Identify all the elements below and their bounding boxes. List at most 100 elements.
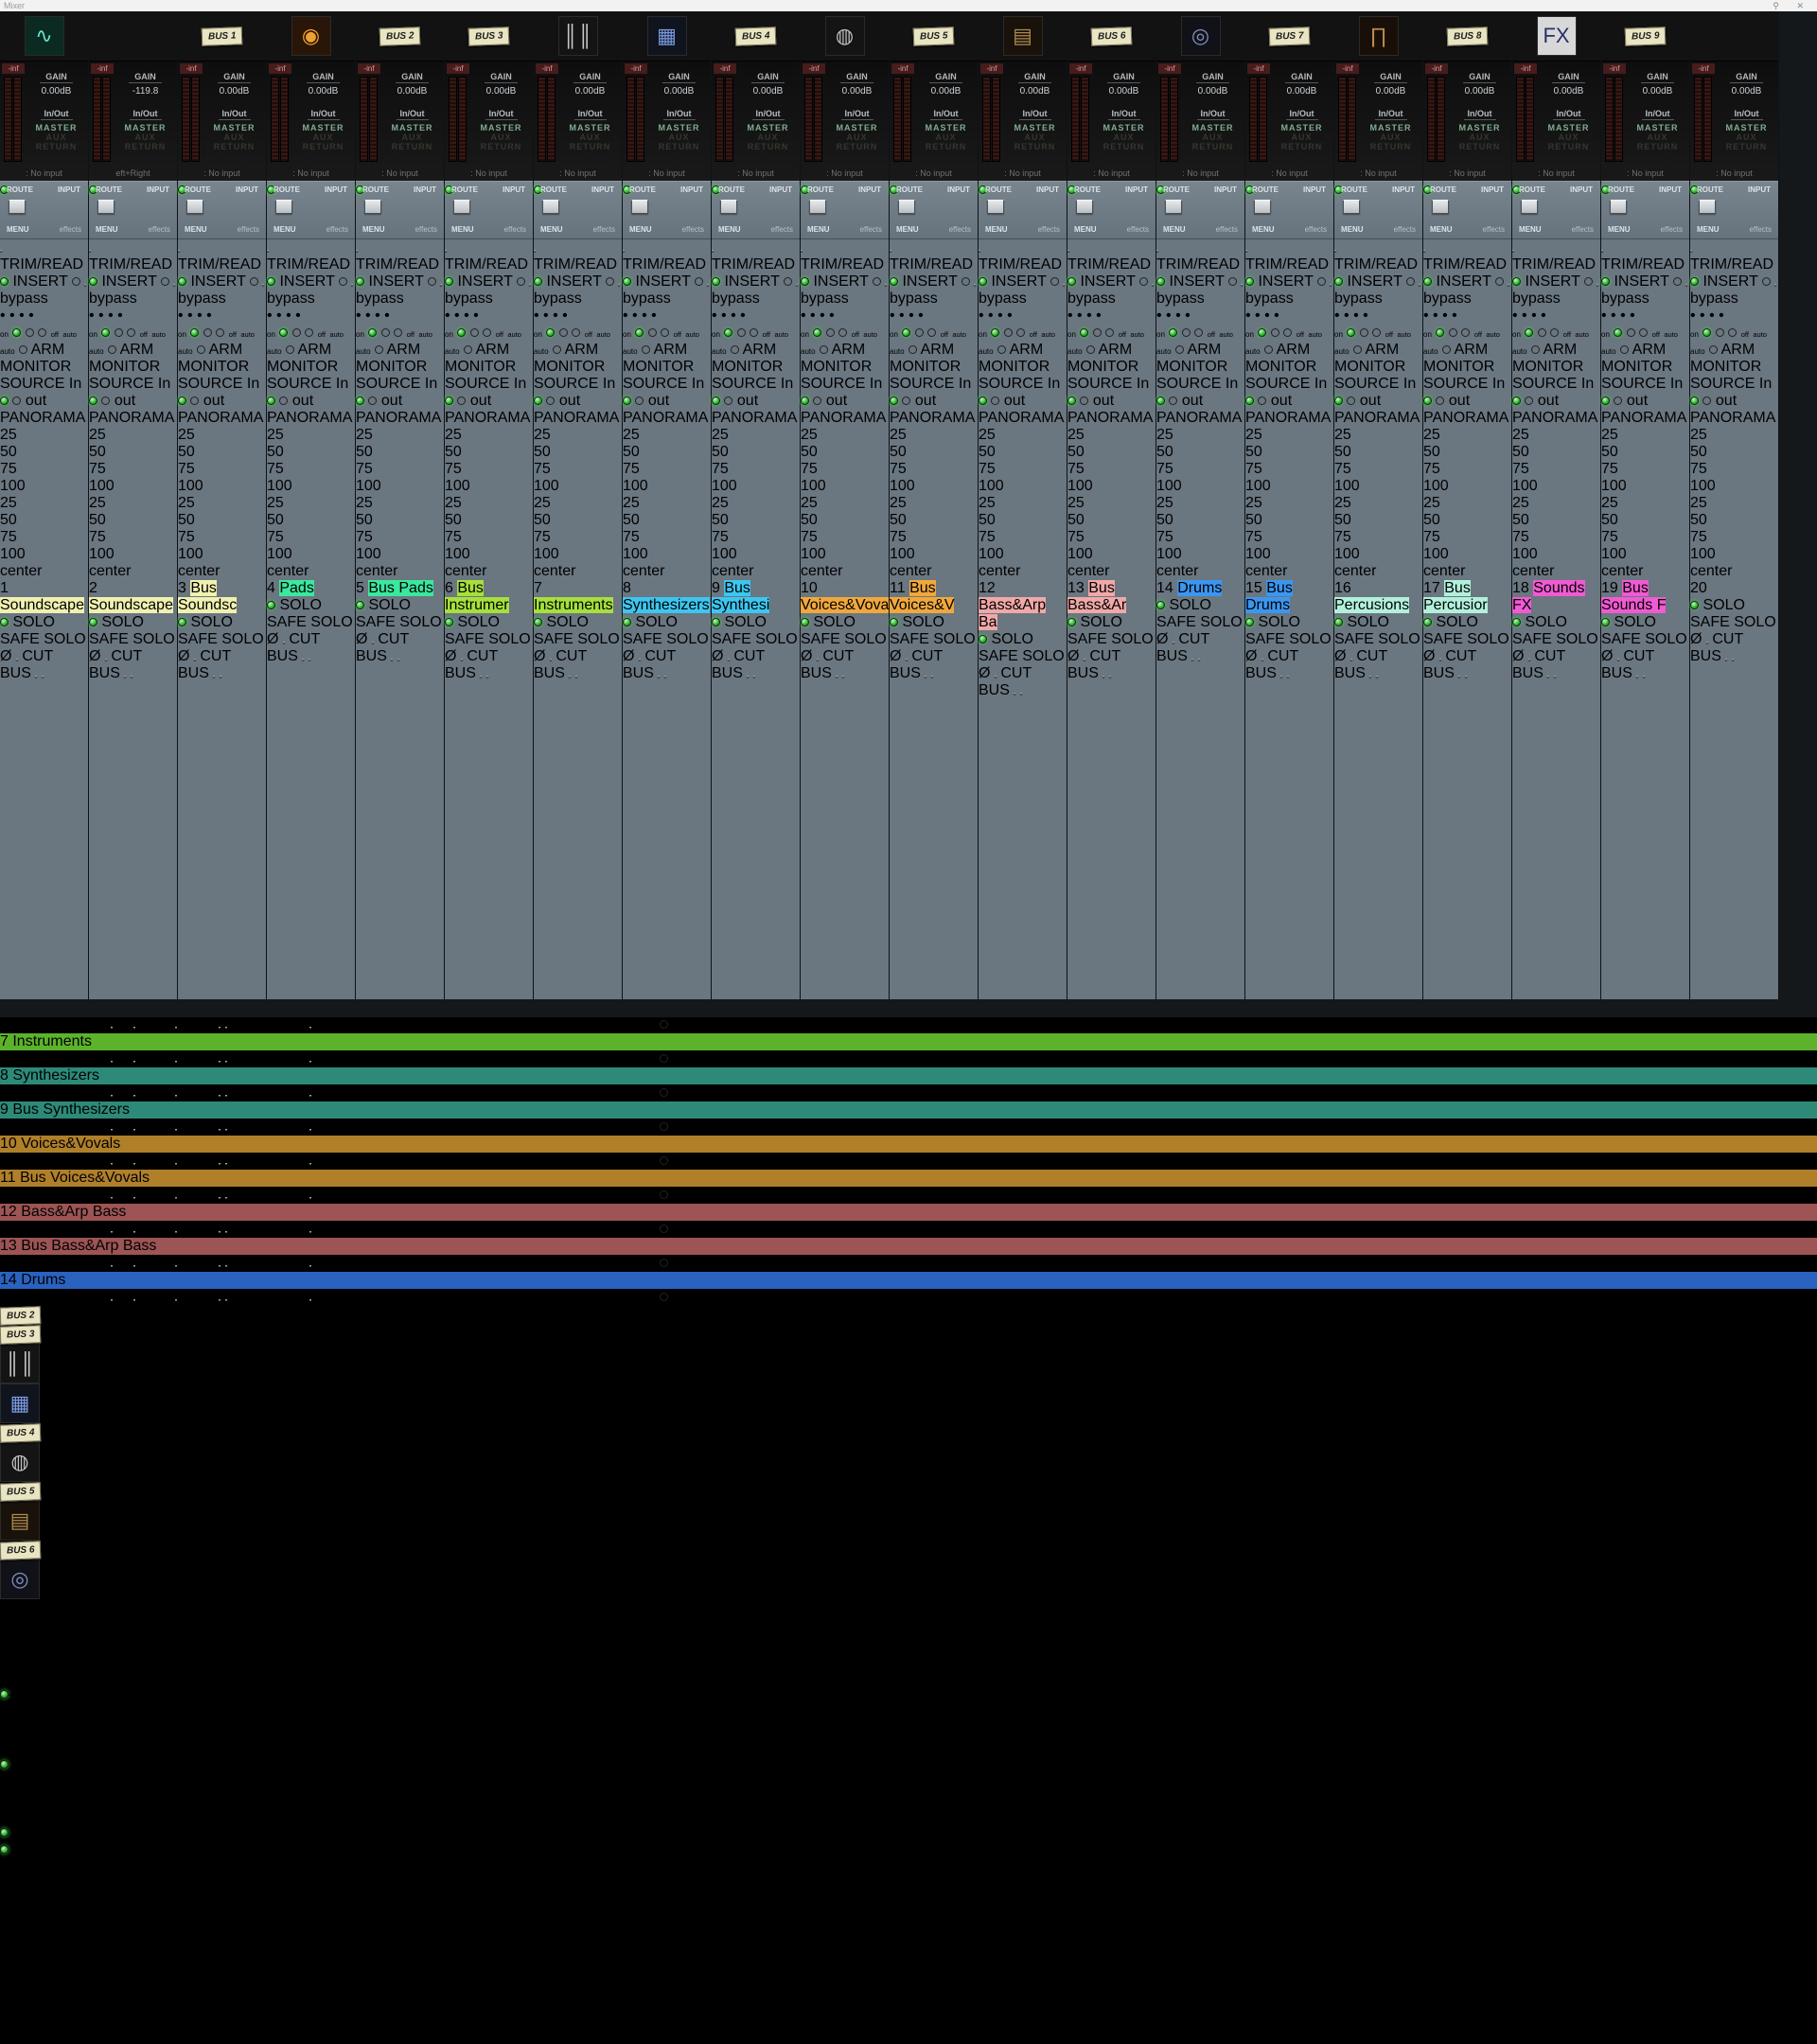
bus-button-2[interactable]	[1554, 676, 1556, 678]
track-panel[interactable]: 10 Voices&Vovals 0.00dB A center Ø ENV M…	[0, 1136, 1817, 1170]
peak-readout[interactable]: -inf	[1425, 63, 1448, 74]
envelope-button[interactable]	[133, 1095, 135, 1097]
monitor-on-led[interactable]	[457, 328, 466, 337]
peak-readout[interactable]: -inf	[625, 63, 647, 74]
arm-auto-led[interactable]	[642, 345, 650, 354]
pan-value[interactable]: center	[1601, 563, 1689, 580]
monitor-off-led[interactable]	[470, 328, 479, 337]
arm-auto-led[interactable]	[820, 345, 828, 354]
mute-arm-button[interactable]	[175, 1299, 177, 1301]
pan-value[interactable]: center	[1067, 563, 1155, 580]
solo-button[interactable]: SOLO	[1111, 631, 1153, 647]
arm-button[interactable]: A	[51, 1016, 61, 1032]
bus-button-2[interactable]	[1643, 676, 1645, 678]
monitor-auto-led[interactable]	[572, 328, 580, 337]
trim-read-display[interactable]: TRIM/READ	[178, 256, 261, 273]
fx-monitoring-pill[interactable]: FX monitoring, record disabled: No input…	[364, 1153, 659, 1169]
track-name[interactable]: Percusions	[1334, 597, 1409, 613]
fx-slot-list[interactable]: • • • •	[445, 308, 533, 325]
insert-button-2[interactable]	[225, 1027, 227, 1029]
input-assignment[interactable]: : No input	[1423, 168, 1511, 178]
route-button[interactable]	[1076, 200, 1093, 214]
track-label-row[interactable]: 2 Soundscape	[89, 580, 177, 614]
trim-button[interactable]	[712, 250, 714, 252]
input-assignment[interactable]: : No input	[356, 168, 444, 178]
track-icon[interactable]: ▦	[623, 11, 711, 62]
track-icon[interactable]: BUS 3	[445, 11, 533, 62]
pan-value[interactable]: center	[979, 563, 1067, 580]
fx-slot-list[interactable]: • • • •	[1334, 308, 1422, 325]
phase-button[interactable]	[1261, 659, 1263, 661]
peak-readout[interactable]: -inf	[447, 63, 469, 74]
track-name[interactable]: Bus Synthesizers	[12, 1101, 130, 1118]
phase-button[interactable]	[639, 659, 641, 661]
output-master-label[interactable]: MASTER	[204, 123, 264, 132]
bus-button-2[interactable]	[397, 659, 399, 661]
trim-read-pill[interactable]: TRIM/READ	[708, 1153, 791, 1169]
pan-value[interactable]: center	[1423, 563, 1511, 580]
mute-arm-button[interactable]	[175, 1163, 177, 1165]
track-icon[interactable]: ∏	[1334, 11, 1422, 62]
fx-slot-list[interactable]: • • • •	[712, 308, 800, 325]
trim-button[interactable]	[1245, 250, 1247, 252]
peak-readout[interactable]: -inf	[1336, 63, 1359, 74]
solo-safe-led[interactable]	[89, 618, 97, 626]
route-button[interactable]	[1254, 200, 1271, 214]
gain-value[interactable]: 0.00dB	[1450, 86, 1509, 97]
track-name[interactable]: Instruments	[12, 1033, 92, 1049]
track-volume-value[interactable]: 0.00dB	[0, 1119, 48, 1135]
track-name[interactable]: Bass&Arp Ba	[979, 597, 1046, 630]
arm-auto-led[interactable]	[908, 345, 917, 354]
fx-slot-list[interactable]: • • • •	[1156, 308, 1244, 325]
track-panel[interactable]: 14 Drums 0.00dB A center Ø ENV MAR • • I…	[0, 1272, 1817, 1306]
output-master-label[interactable]: MASTER	[916, 123, 976, 132]
solo-safe-led[interactable]	[979, 635, 987, 643]
mute-arm-button[interactable]	[175, 1265, 177, 1267]
monitor-off-led[interactable]	[292, 328, 301, 337]
solo-safe-led[interactable]	[1156, 601, 1165, 609]
bypass-button[interactable]	[529, 284, 531, 286]
output-master-label[interactable]: MASTER	[115, 123, 175, 132]
fx-slot-list[interactable]: • • • •	[1067, 308, 1155, 325]
insert-button-2[interactable]	[225, 1163, 227, 1165]
effects-label[interactable]: effects	[949, 225, 971, 234]
monitor-auto-led[interactable]	[1283, 328, 1292, 337]
track-icon-cell[interactable]: ▤	[0, 1501, 1817, 1541]
source-in-led[interactable]	[445, 396, 453, 405]
trim-button[interactable]	[267, 250, 269, 252]
solo-button[interactable]: SOLO	[221, 631, 263, 647]
peak-readout[interactable]: -inf	[803, 63, 825, 74]
bypass-button[interactable]	[707, 284, 709, 286]
solo-button[interactable]: S	[350, 1289, 361, 1305]
mute-arm-button[interactable]	[175, 1129, 177, 1131]
source-out-led[interactable]	[190, 396, 199, 405]
insert-button-1[interactable]	[219, 1231, 221, 1233]
insert-button-2[interactable]	[225, 1231, 227, 1233]
monitor-on-led[interactable]	[190, 328, 199, 337]
bus-button-2[interactable]	[664, 676, 666, 678]
monitor-off-led[interactable]	[1538, 328, 1546, 337]
arm-button[interactable]: A	[51, 1289, 61, 1305]
output-master-label[interactable]: MASTER	[738, 123, 798, 132]
out-led[interactable]	[660, 1122, 668, 1131]
track-name[interactable]: Voices&Vovals	[21, 1136, 120, 1152]
record-arm-button[interactable]: ARM	[1366, 342, 1400, 358]
pan-value[interactable]: center	[65, 1050, 107, 1066]
output-master-label[interactable]: MASTER	[1361, 123, 1420, 132]
mute-arm-button[interactable]	[175, 1197, 177, 1199]
gain-value[interactable]: 0.00dB	[916, 86, 976, 97]
monitor-on-led[interactable]	[1436, 328, 1444, 337]
gain-value[interactable]: 0.00dB	[738, 86, 798, 97]
pan-value[interactable]: center	[534, 563, 622, 580]
monitor-on-led[interactable]	[1169, 328, 1177, 337]
trim-read-pill[interactable]: TRIM/READ	[708, 1084, 791, 1101]
track-icon[interactable]: BUS 6	[1067, 11, 1155, 62]
fx-slot-list[interactable]: • • • •	[623, 308, 711, 325]
fx-slot-list[interactable]: • • • •	[1245, 308, 1333, 325]
input-assignment[interactable]: : No input	[534, 168, 622, 178]
track-volume-value[interactable]: 0.00dB	[0, 1221, 48, 1237]
track-header[interactable]: 14 Drums	[0, 1272, 1817, 1289]
solo-safe-led[interactable]	[267, 601, 275, 609]
mute-arm-button[interactable]	[175, 1027, 177, 1029]
menu-label[interactable]: MENU	[1252, 225, 1275, 234]
